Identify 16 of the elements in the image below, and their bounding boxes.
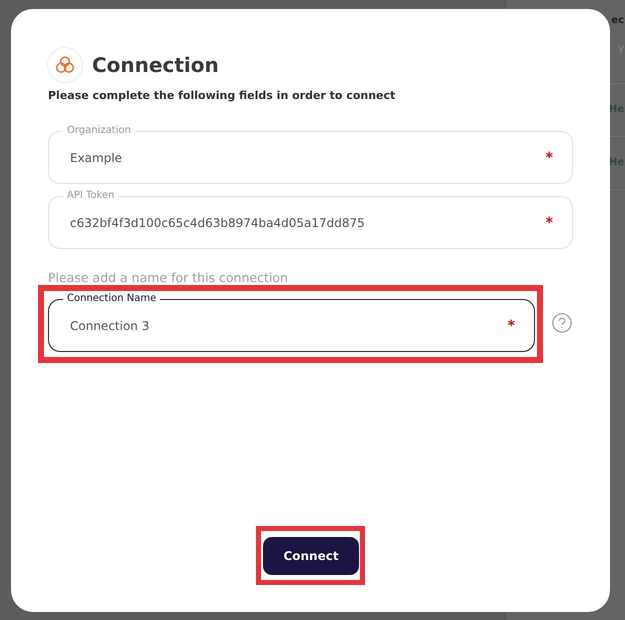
required-asterisk: *: [546, 216, 553, 230]
required-asterisk: *: [508, 319, 515, 333]
field-label: Organization: [66, 125, 132, 137]
text-field[interactable]: Connection Name Connection 3 *: [48, 293, 535, 352]
text-field[interactable]: Organization Example *: [48, 125, 573, 184]
field-label: API Token: [66, 190, 116, 202]
text-field[interactable]: API Token c632bf4f3d100c65c4d63b8974ba4d05a17dd875 *: [48, 190, 573, 249]
dialog-title: Connection: [92, 53, 219, 77]
panel-heading: ec: [611, 14, 624, 26]
trefoil-icon: [47, 47, 83, 83]
connect-button[interactable]: Connect: [263, 537, 359, 575]
field-label: Connection Name: [66, 293, 158, 305]
required-asterisk: *: [546, 151, 553, 165]
help-icon[interactable]: [551, 312, 573, 334]
dialog-subtitle: Please complete the following fields in order to connect: [48, 89, 396, 103]
name-prompt: Please add a name for this connection: [48, 270, 289, 285]
